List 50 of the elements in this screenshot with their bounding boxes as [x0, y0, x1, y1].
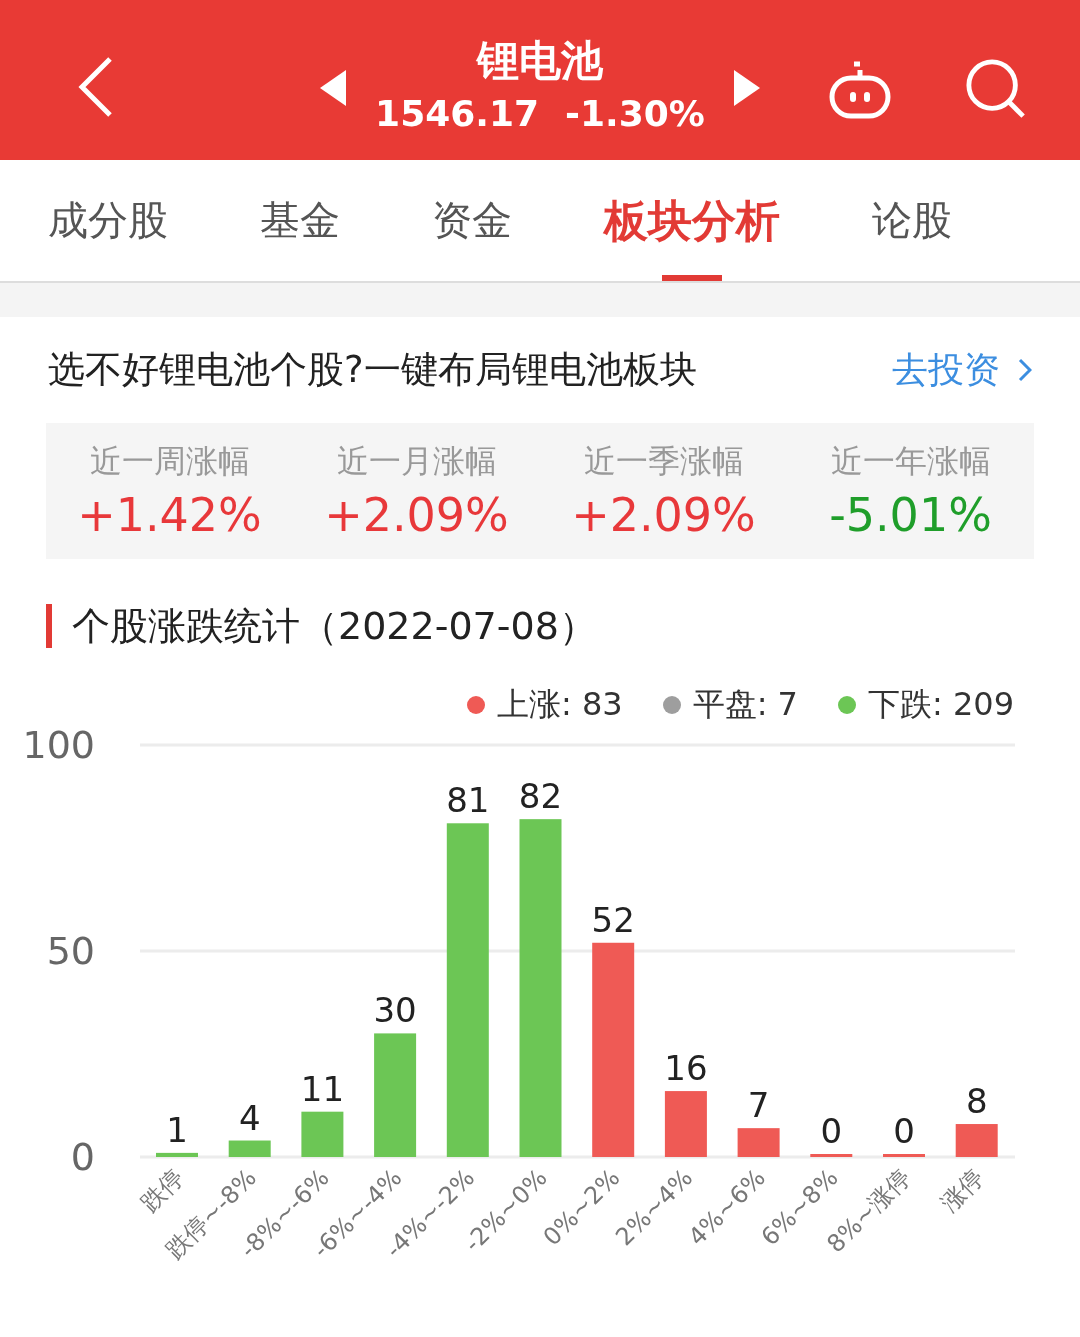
return-value: +2.09%	[323, 488, 510, 542]
bar-value: 0	[893, 1111, 915, 1151]
x-axis-label: 涨停	[935, 1163, 989, 1218]
legend-label: 平盘: 7	[692, 684, 798, 725]
next-icon[interactable]	[734, 70, 760, 106]
bar-value: 7	[747, 1085, 770, 1126]
bar	[156, 1152, 198, 1157]
chevron-icon	[1018, 358, 1032, 382]
section-title: 个股涨跌统计（2022-07-08）	[72, 602, 597, 650]
bar-value: 4	[238, 1097, 261, 1138]
return-label: 近一年涨幅	[829, 441, 992, 482]
bar	[810, 1154, 853, 1157]
y-tick-label: 50	[46, 929, 95, 973]
return-value: +2.09%	[570, 488, 757, 542]
sector-title: 锂电池	[477, 34, 603, 87]
return-value: +1.42%	[76, 488, 263, 542]
bar	[883, 1154, 925, 1157]
legend-label: 下跌: 209	[867, 684, 1014, 725]
x-axis-label: 跌停	[135, 1163, 190, 1218]
index-value: 1546.17	[375, 92, 540, 134]
return-label: 近一月涨幅	[335, 441, 498, 482]
bar-value: 0	[820, 1111, 843, 1151]
return-label: 近一周涨幅	[88, 441, 251, 482]
return-label: 近一季涨幅	[582, 441, 745, 482]
legend-label: 上涨: 83	[497, 684, 623, 725]
bar-value: 30	[373, 990, 417, 1031]
bar-value: 11	[300, 1068, 345, 1109]
tab[interactable]: 基金	[260, 160, 340, 281]
bar-value: 82	[518, 776, 563, 817]
bar-value: 81	[446, 780, 490, 821]
bar	[737, 1128, 780, 1157]
search-icon[interactable]	[965, 58, 1027, 120]
bar-value: 16	[664, 1048, 708, 1089]
y-tick-label: 0	[70, 1135, 95, 1179]
bar-value: 1	[166, 1109, 188, 1150]
bar	[955, 1124, 998, 1157]
previous-icon[interactable]	[320, 70, 346, 106]
tab[interactable]: 资金	[432, 160, 512, 281]
index-change: -1.30%	[565, 92, 705, 134]
return-value: -5.01%	[828, 488, 993, 542]
bar-value: 8	[965, 1081, 988, 1122]
promo-text: 选不好锂电池个股?一键布局锂电池板块	[48, 347, 697, 393]
y-tick-label: 100	[22, 727, 95, 767]
bar-value: 52	[591, 899, 635, 940]
bar	[228, 1140, 271, 1157]
tab[interactable]: 成分股	[48, 160, 168, 281]
title-marker	[46, 604, 52, 648]
bar	[664, 1091, 707, 1157]
tab[interactable]: 论股	[872, 160, 952, 281]
bar	[301, 1111, 344, 1157]
